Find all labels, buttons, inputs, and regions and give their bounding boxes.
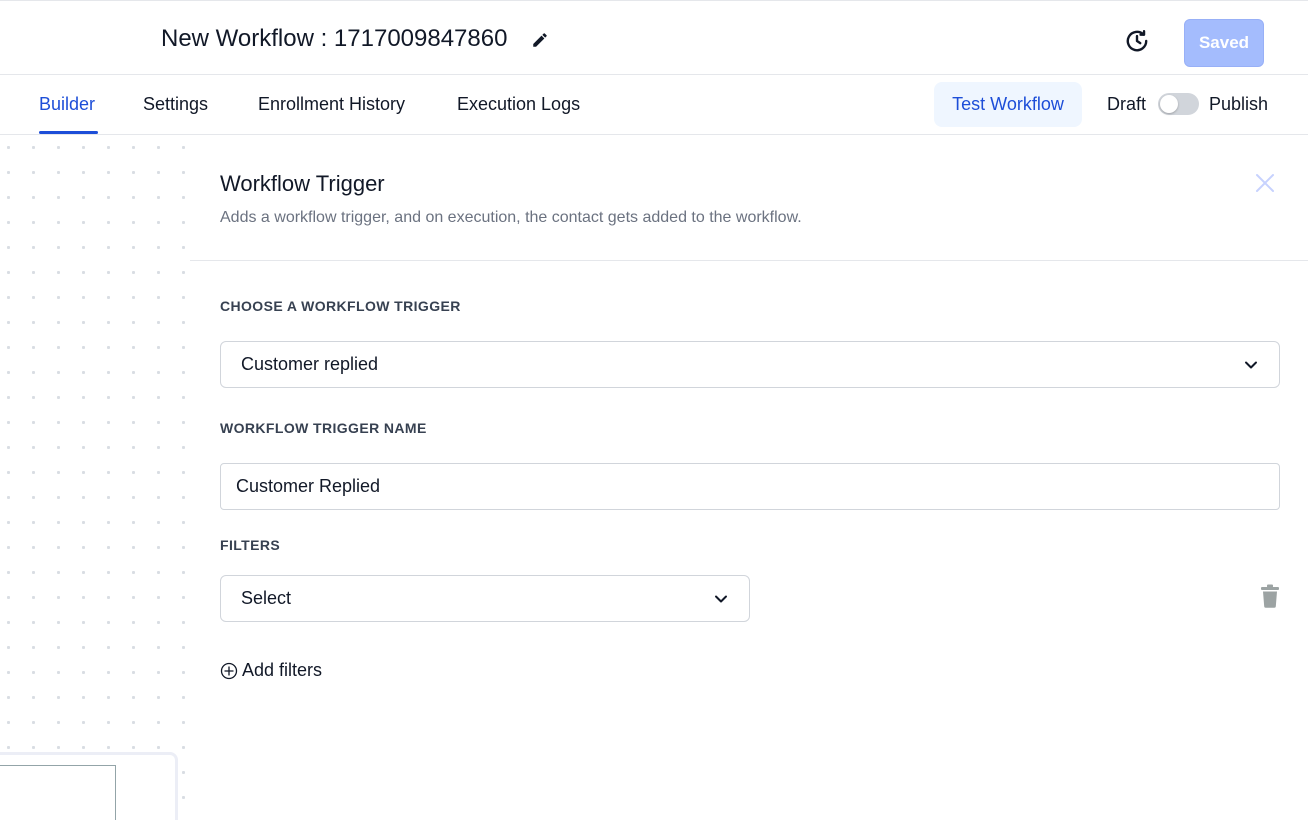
panel-divider xyxy=(190,260,1308,261)
filter-select-value: Select xyxy=(241,588,292,608)
workflow-header: New Workflow : 1717009847860 Saved xyxy=(0,0,1308,75)
saved-button[interactable]: Saved xyxy=(1184,19,1264,67)
panel-subtitle: Adds a workflow trigger, and on executio… xyxy=(220,209,802,226)
workflow-title: New Workflow : 1717009847860 xyxy=(161,25,508,52)
trigger-panel: Workflow Trigger Adds a workflow trigger… xyxy=(190,135,1308,820)
tab-builder[interactable]: Builder xyxy=(39,94,95,115)
chevron-down-icon xyxy=(715,595,727,603)
publish-toggle[interactable] xyxy=(1158,93,1199,115)
add-filters-label: Add filters xyxy=(242,660,323,680)
trigger-name-input[interactable] xyxy=(220,463,1280,510)
trash-icon[interactable] xyxy=(1259,584,1281,608)
panel-title: Workflow Trigger xyxy=(220,171,385,196)
history-clock-icon[interactable] xyxy=(1124,28,1150,54)
tab-enrollment-history[interactable]: Enrollment History xyxy=(258,94,405,115)
tab-bar: Builder Settings Enrollment History Exec… xyxy=(0,75,1308,135)
chevron-down-icon xyxy=(1245,361,1257,369)
filters-label: FILTERS xyxy=(220,537,281,553)
filter-select[interactable]: Select xyxy=(220,575,750,622)
workflow-node-inner xyxy=(0,765,116,820)
toggle-knob xyxy=(1160,95,1178,113)
pencil-icon[interactable] xyxy=(531,31,549,49)
choose-trigger-label: CHOOSE A WORKFLOW TRIGGER xyxy=(220,298,461,314)
test-workflow-button[interactable]: Test Workflow xyxy=(934,82,1082,127)
tab-execution-logs[interactable]: Execution Logs xyxy=(457,94,580,115)
plus-circle-icon xyxy=(220,662,238,679)
active-tab-indicator xyxy=(39,131,98,134)
tab-settings[interactable]: Settings xyxy=(143,94,208,115)
publish-label: Publish xyxy=(1209,94,1269,114)
trigger-name-label: WORKFLOW TRIGGER NAME xyxy=(220,420,427,436)
add-filters-link[interactable]: Add filters xyxy=(220,660,322,681)
trigger-select[interactable]: Customer replied xyxy=(220,341,1280,388)
trigger-select-value: Customer replied xyxy=(241,354,379,374)
builder-canvas[interactable] xyxy=(0,135,190,820)
draft-label: Draft xyxy=(1107,94,1147,114)
close-icon[interactable] xyxy=(1255,173,1275,193)
